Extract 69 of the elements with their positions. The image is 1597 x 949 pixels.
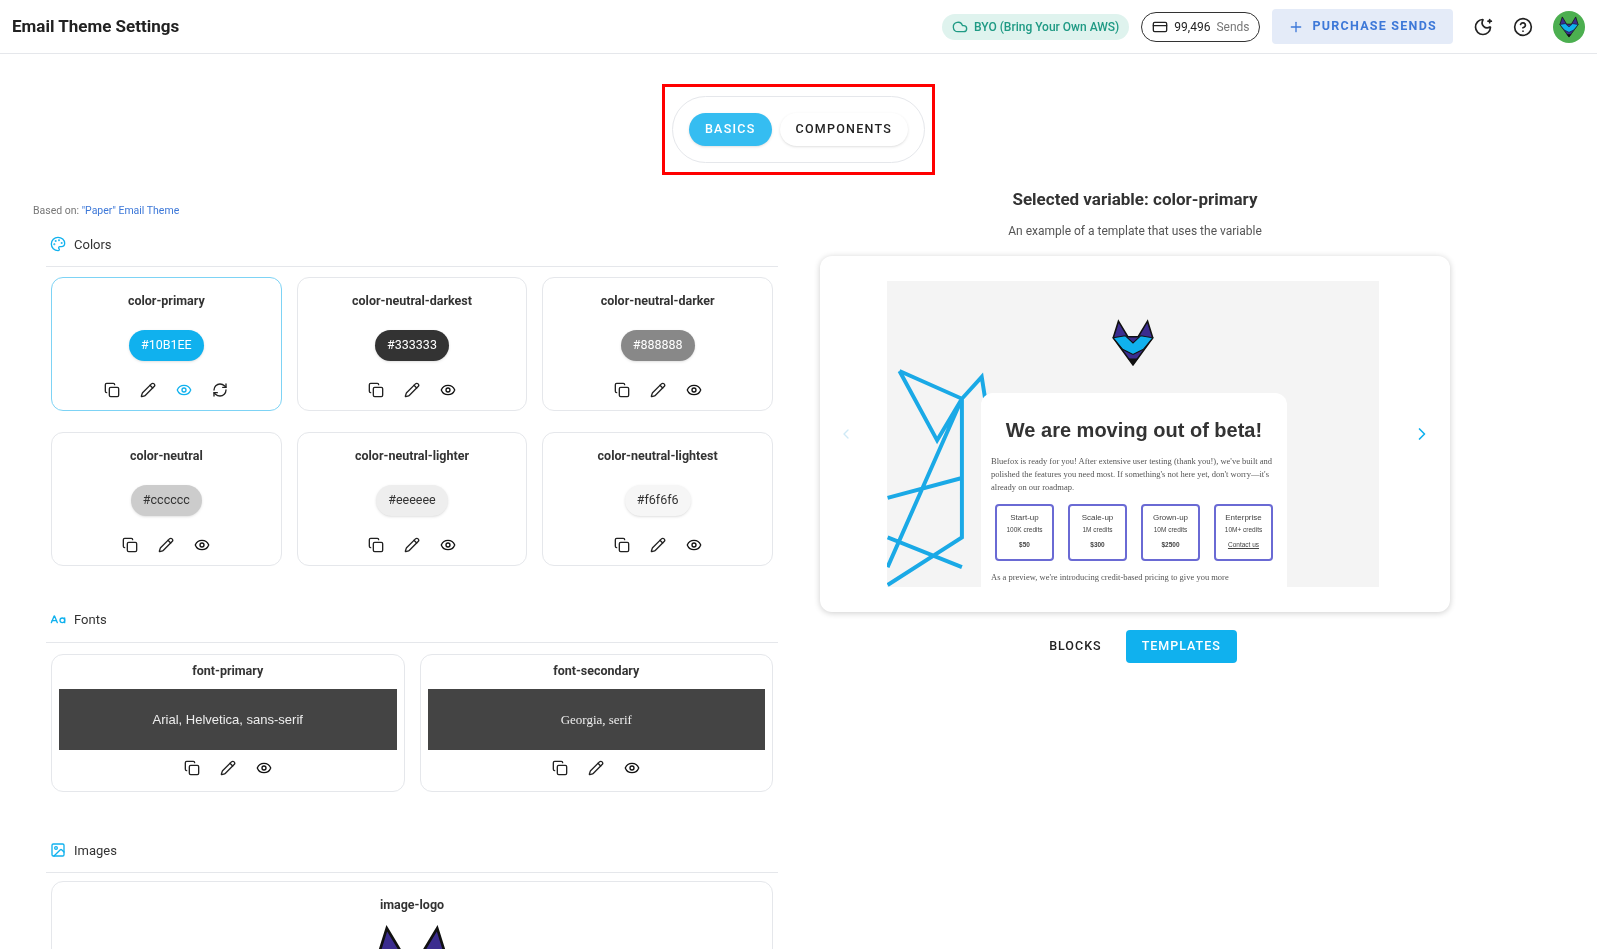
- color-card[interactable]: color-neutral-darker #888888: [542, 277, 773, 411]
- avatar[interactable]: [1553, 10, 1585, 43]
- font-card[interactable]: font-secondary Georgia, serif: [419, 653, 773, 792]
- theme-link[interactable]: "Paper" Email Theme: [81, 203, 180, 217]
- edit-icon[interactable]: [404, 536, 420, 553]
- image-icon: [50, 842, 66, 859]
- color-value-chip: #333333: [375, 329, 449, 361]
- variable-name: font-primary: [192, 661, 264, 680]
- variable-name: color-primary: [127, 292, 205, 310]
- page-title: Email Theme Settings: [12, 14, 180, 38]
- variable-name: color-neutral: [129, 447, 203, 465]
- copy-icon[interactable]: [368, 536, 384, 553]
- font-sample: Georgia, serif: [427, 689, 765, 751]
- section-title: Colors: [74, 235, 112, 254]
- variable-name: color-neutral-lightest: [597, 447, 718, 465]
- edit-icon[interactable]: [404, 381, 420, 398]
- variable-name: font-secondary: [553, 661, 640, 680]
- mode-tab[interactable]: COMPONENTS: [779, 113, 908, 146]
- email-heading: We are moving out of beta!: [1004, 418, 1264, 444]
- dark-mode-icon[interactable]: [1473, 16, 1493, 37]
- edit-icon[interactable]: [158, 536, 175, 553]
- variable-name: image-logo: [379, 896, 445, 914]
- email-footer-text: As a preview, we're introducing credit-based pricing to give you more: [991, 571, 1230, 584]
- variable-name: color-neutral-darkest: [352, 292, 472, 310]
- color-card[interactable]: color-neutral-lighter #eeeeee: [296, 432, 528, 566]
- edit-icon[interactable]: [649, 536, 666, 553]
- color-value-chip: #f6f6f6: [624, 484, 691, 516]
- copy-icon[interactable]: [104, 381, 121, 398]
- plan-name: Grown-up: [1152, 512, 1189, 525]
- palette-icon: [50, 236, 66, 253]
- copy-icon[interactable]: [368, 381, 384, 398]
- color-value-chip: #10B1EE: [128, 329, 204, 361]
- copy-icon[interactable]: [613, 381, 630, 398]
- based-on-label: Based on:: [33, 203, 81, 217]
- edit-icon[interactable]: [649, 381, 666, 398]
- variable-name: color-neutral-lighter: [354, 447, 469, 465]
- preview-subtitle: An example of a template that uses the variable: [1008, 223, 1262, 241]
- image-card[interactable]: image-logo: [51, 881, 773, 949]
- color-card[interactable]: color-neutral-lightest #f6f6f6: [542, 432, 773, 566]
- color-value-chip: #888888: [620, 329, 695, 361]
- font-card[interactable]: font-primary Arial, Helvetica, sans-serif: [51, 653, 405, 792]
- copy-icon[interactable]: [183, 760, 200, 777]
- color-card[interactable]: color-primary #10B1EE: [51, 277, 282, 411]
- color-card[interactable]: color-neutral-darkest #333333: [296, 277, 528, 411]
- copy-icon[interactable]: [613, 536, 630, 553]
- plan-name: Scale-up: [1081, 512, 1114, 525]
- preview-title: Selected variable: color-primary: [1012, 187, 1258, 211]
- sends-label: Sends: [1216, 18, 1250, 36]
- edit-icon[interactable]: [588, 760, 605, 777]
- plan-name: Start-up: [1010, 512, 1039, 525]
- font-sample: Arial, Helvetica, sans-serif: [59, 689, 397, 751]
- section-title: Images: [74, 841, 117, 860]
- purchase-sends-button[interactable]: PURCHASE SENDS: [1272, 9, 1453, 44]
- email-body: Bluefox is ready for you! After extensive user testing (thank you!), we've built and polished the features you need most. If something's not here yet, don't worry—it's already on our roadmap.: [991, 455, 1273, 495]
- variable-name: color-neutral-darker: [600, 292, 715, 310]
- byo-badge: BYO (Bring Your Own AWS): [942, 13, 1130, 40]
- section-title: Fonts: [74, 611, 107, 629]
- sends-count: 99,496: [1174, 18, 1211, 36]
- color-value-chip: #cccccc: [130, 484, 202, 516]
- edit-icon[interactable]: [140, 381, 157, 398]
- plan-name: Enterprise: [1225, 512, 1262, 525]
- fox-icon: [1557, 14, 1581, 39]
- copy-icon[interactable]: [122, 536, 139, 553]
- reset-icon[interactable]: [212, 381, 229, 398]
- help-icon[interactable]: [1513, 16, 1533, 37]
- color-card[interactable]: color-neutral #cccccc: [51, 432, 282, 566]
- copy-icon[interactable]: [552, 760, 569, 777]
- color-value-chip: #eeeeee: [376, 484, 448, 516]
- edit-icon[interactable]: [219, 760, 236, 777]
